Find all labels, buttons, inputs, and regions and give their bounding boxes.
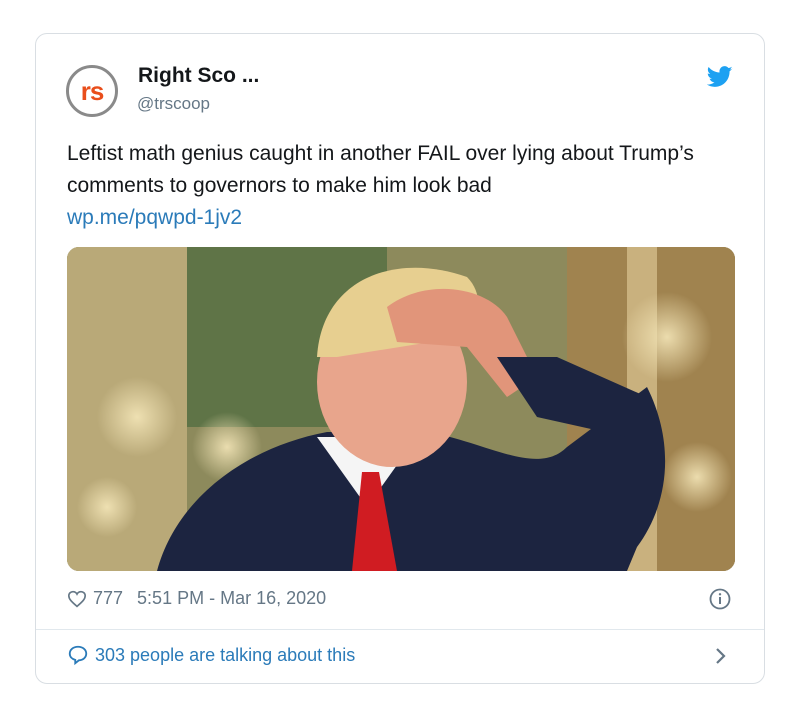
- twitter-bird-icon[interactable]: [707, 66, 733, 88]
- avatar[interactable]: rs: [66, 65, 118, 117]
- chevron-right-icon[interactable]: [714, 645, 728, 667]
- photo-illustration: [67, 247, 735, 571]
- author-handle[interactable]: @trscoop: [137, 94, 210, 114]
- author-name[interactable]: Right Sco ...: [138, 64, 259, 88]
- avatar-letter-s: s: [89, 76, 105, 106]
- tweet-timestamp[interactable]: 5:51 PM - Mar 16, 2020: [137, 588, 326, 609]
- info-icon[interactable]: [709, 588, 731, 610]
- tweet-link[interactable]: wp.me/pqwpd-1jv2: [67, 202, 727, 234]
- tweet-card[interactable]: rs Right Sco ... @trscoop Leftist math g…: [35, 33, 765, 684]
- tweet-text: Leftist math genius caught in another FA…: [67, 142, 694, 197]
- like-count[interactable]: 777: [93, 588, 123, 609]
- tweet-text-block: Leftist math genius caught in another FA…: [67, 138, 727, 234]
- comment-bubble-icon: [68, 645, 88, 666]
- talking-count[interactable]: 303 people are talking about this: [95, 645, 355, 666]
- tweet-meta: 777 5:51 PM - Mar 16, 2020: [67, 588, 326, 609]
- avatar-letter-r: r: [80, 76, 91, 106]
- heart-icon[interactable]: [67, 590, 87, 608]
- tweet-photo[interactable]: [67, 247, 735, 571]
- conversation-link[interactable]: 303 people are talking about this: [67, 644, 355, 666]
- divider: [36, 629, 764, 630]
